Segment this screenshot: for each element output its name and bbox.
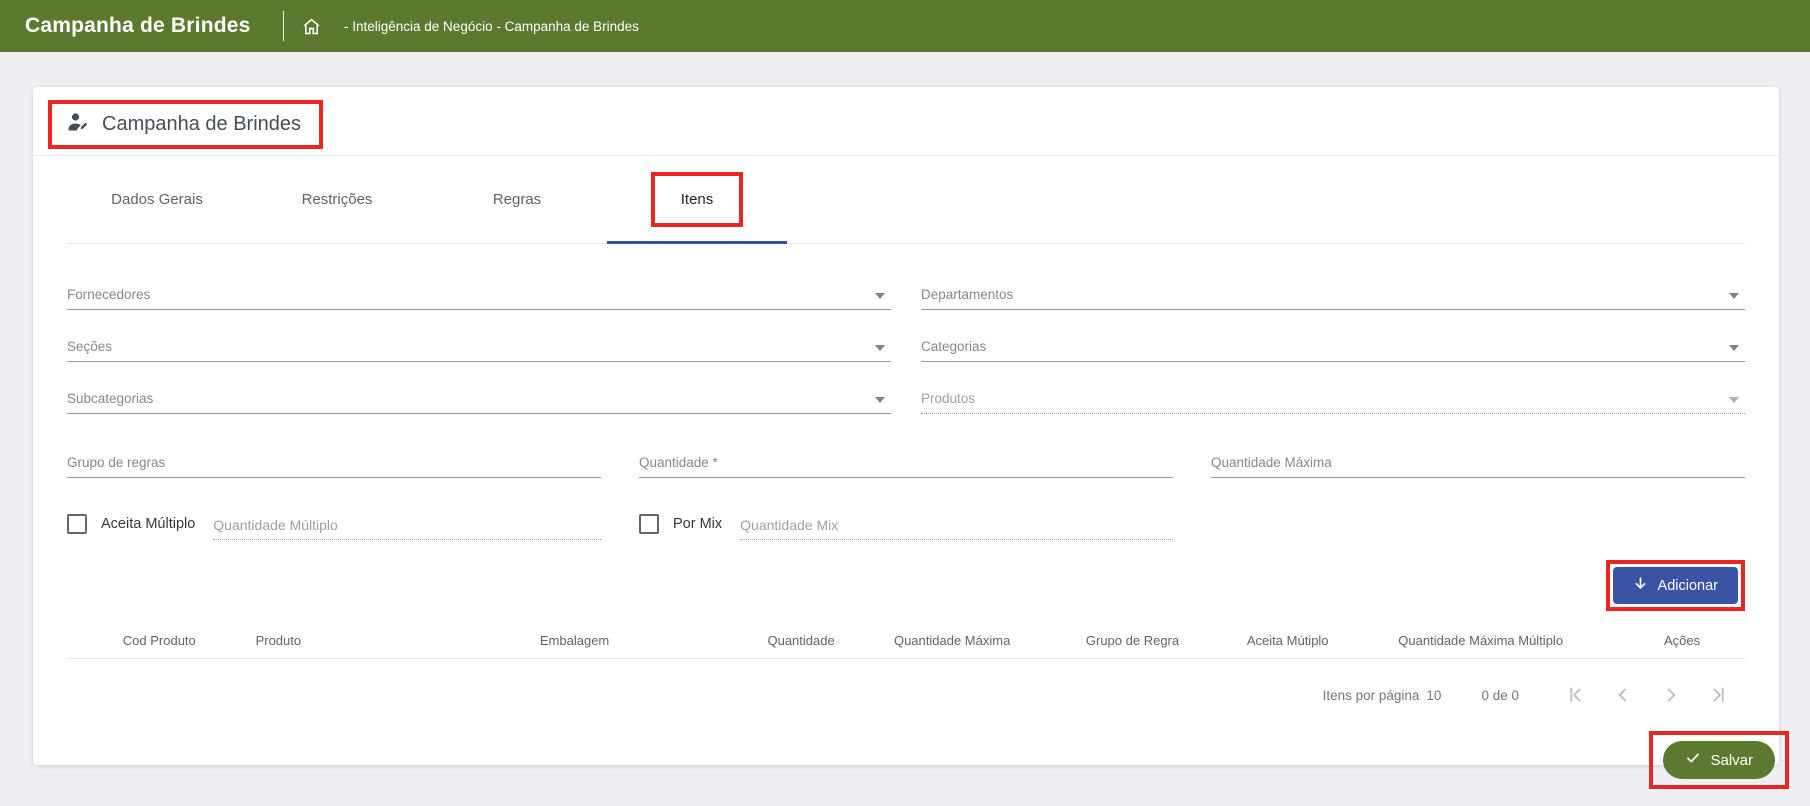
next-page-icon[interactable] [1659,683,1683,707]
column-header-produto: Produto [252,633,420,648]
quantidade-placeholder: Quantidade * [639,455,718,470]
por-mix-label: Por Mix [673,516,722,532]
itens-form: Fornecedores Departamentos Seções Catego… [67,278,1745,540]
tab-restricoes[interactable]: Restrições [247,191,427,208]
categorias-select[interactable]: Categorias [921,330,1745,362]
fornecedores-select[interactable]: Fornecedores [67,278,891,310]
arrow-down-icon [1633,576,1648,595]
salvar-label: Salvar [1710,752,1753,769]
tab-bar: Dados Gerais Restrições Regras Itens [67,156,1745,244]
por-mix-group: Por Mix Quantidade Mix [639,508,1173,540]
paginator-buttons [1563,683,1731,707]
tab-regras[interactable]: Regras [427,191,607,208]
departamentos-select[interactable]: Departamentos [921,278,1745,310]
user-edit-icon [66,110,90,139]
add-row: Adicionar [67,560,1745,611]
adicionar-button[interactable]: Adicionar [1613,567,1738,604]
annotation-box-salvar: Salvar [1649,731,1789,789]
quantidade-mix-input: Quantidade Mix [740,508,1173,540]
tab-itens-label: Itens [681,191,714,208]
chevron-down-icon [875,293,885,299]
quantidade-maxima-placeholder: Quantidade Máxima [1211,455,1332,470]
chevron-down-icon [875,397,885,403]
chevron-down-icon [1729,293,1739,299]
aceita-multiplo-checkbox[interactable] [67,514,87,534]
active-tab-indicator [607,241,787,244]
grupo-de-regras-input[interactable]: Grupo de regras [67,446,601,478]
annotation-box-title: Campanha de Brindes [48,100,323,149]
column-header-cod-produto: Cod Produto [67,633,252,648]
page-size-select[interactable]: 10 [1426,688,1441,703]
secoes-placeholder: Seções [67,339,112,354]
breadcrumb: - Inteligência de Negócio - Campanha de … [344,19,639,34]
chevron-down-icon [875,345,885,351]
items-per-page-label: Itens por página [1323,688,1420,703]
subcategorias-select[interactable]: Subcategorias [67,382,891,414]
quantidade-multiplo-input: Quantidade Múltiplo [213,508,601,540]
card-title-row: Campanha de Brindes [33,87,1779,149]
column-header-aceita-mutiplo: Aceita Mútiplo [1233,633,1342,648]
annotation-box-adicionar: Adicionar [1606,560,1745,611]
aceita-multiplo-label: Aceita Múltiplo [101,516,195,532]
quantidade-mix-placeholder: Quantidade Mix [740,517,838,533]
quantidade-input[interactable]: Quantidade * [639,446,1173,478]
salvar-button[interactable]: Salvar [1663,741,1775,779]
categorias-placeholder: Categorias [921,339,986,354]
fornecedores-placeholder: Fornecedores [67,287,150,302]
column-header-embalagem: Embalagem [419,633,729,648]
campaign-card: Campanha de Brindes Dados Gerais Restriç… [33,87,1779,765]
tab-itens[interactable]: Itens [607,172,787,227]
last-page-icon[interactable] [1707,683,1731,707]
aceita-multiplo-group: Aceita Múltiplo Quantidade Múltiplo [67,508,601,540]
paginator: Itens por página 10 0 de 0 [67,667,1745,723]
column-header-quantidade-maxima-multiplo: Quantidade Máxima Múltiplo [1342,633,1619,648]
por-mix-checkbox[interactable] [639,514,659,534]
previous-page-icon[interactable] [1611,683,1635,707]
secoes-select[interactable]: Seções [67,330,891,362]
column-header-quantidade-maxima: Quantidade Máxima [872,633,1031,648]
quantidade-multiplo-placeholder: Quantidade Múltiplo [213,517,338,533]
page-title: Campanha de Brindes [102,113,301,136]
column-header-grupo-de-regra: Grupo de Regra [1032,633,1233,648]
app-header: Campanha de Brindes - Inteligência de Ne… [0,0,1810,52]
produtos-placeholder: Produtos [921,391,975,406]
column-header-quantidade: Quantidade [730,633,873,648]
chevron-down-icon [1729,397,1739,403]
departamentos-placeholder: Departamentos [921,287,1013,302]
page-range-label: 0 de 0 [1481,688,1519,703]
items-table-header: Cod Produto Produto Embalagem Quantidade… [67,623,1745,659]
column-header-acoes: Ações [1619,633,1745,648]
annotation-box-tab-itens: Itens [651,172,744,227]
grupo-de-regras-placeholder: Grupo de regras [67,455,165,470]
chevron-down-icon [1729,345,1739,351]
check-icon [1685,750,1701,770]
header-divider [283,11,284,41]
quantidade-maxima-input[interactable]: Quantidade Máxima [1211,446,1745,478]
produtos-select: Produtos [921,382,1745,414]
app-title: Campanha de Brindes [0,14,283,38]
adicionar-label: Adicionar [1658,578,1718,594]
home-icon[interactable] [301,16,322,37]
tab-dados-gerais[interactable]: Dados Gerais [67,191,247,208]
subcategorias-placeholder: Subcategorias [67,391,153,406]
first-page-icon[interactable] [1563,683,1587,707]
